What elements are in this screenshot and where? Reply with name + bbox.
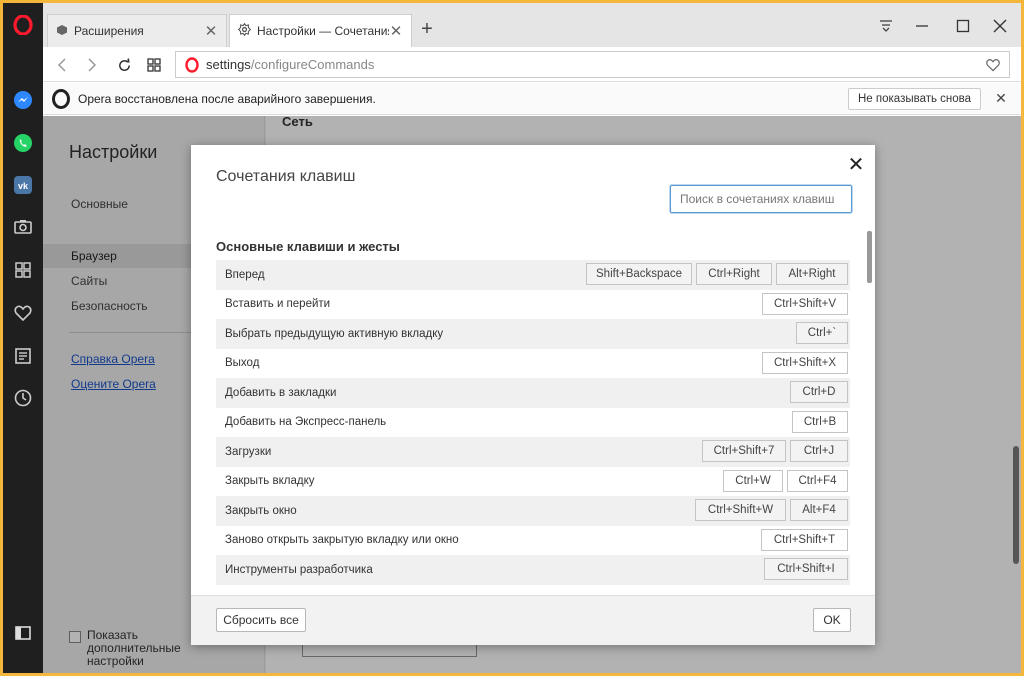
whatsapp-icon[interactable] bbox=[13, 133, 33, 153]
gear-icon bbox=[237, 22, 252, 39]
minimize-icon[interactable] bbox=[911, 15, 933, 37]
shortcut-action-label: Вставить и перейти bbox=[225, 298, 331, 311]
shortcut-keys: Ctrl+D bbox=[790, 381, 848, 403]
shortcut-keys: Shift+Backspace Ctrl+Right Alt+Right bbox=[586, 263, 848, 285]
opera-logo-icon bbox=[51, 89, 71, 112]
shortcut-action-label: Добавить в закладки bbox=[225, 386, 337, 399]
shortcut-key-field[interactable]: Ctrl+B bbox=[792, 410, 848, 433]
tab-bar: Расширения ✕ Настройки — Сочетания ✕ + bbox=[43, 3, 1021, 47]
shortcut-key-field[interactable]: Ctrl+Shift+I bbox=[764, 558, 848, 580]
shortcut-key-field[interactable]: Ctrl+Right bbox=[696, 263, 772, 285]
address-bar: settings/configureCommands bbox=[43, 47, 1021, 82]
shortcut-keys: Ctrl+Shift+7 Ctrl+J bbox=[702, 440, 848, 462]
shortcut-list: Вперед Shift+Backspace Ctrl+Right Alt+Right… bbox=[216, 260, 850, 595]
maximize-icon[interactable] bbox=[952, 15, 974, 37]
shortcut-action-label: Добавить на Экспресс-панель bbox=[225, 416, 387, 429]
dont-show-again-button[interactable]: Не показывать снова bbox=[848, 88, 982, 110]
close-window-icon[interactable] bbox=[989, 15, 1011, 37]
shortcut-row: Добавить в закладки Ctrl+D bbox=[216, 378, 850, 408]
shortcut-action-label: Выбрать предыдущую активную вкладку bbox=[225, 327, 444, 340]
url-field[interactable]: settings/configureCommands bbox=[175, 51, 1010, 78]
ok-button[interactable]: OK bbox=[813, 608, 851, 632]
speed-dial-icon[interactable] bbox=[13, 260, 33, 280]
opera-sidebar: vk bbox=[3, 3, 43, 673]
svg-text:vk: vk bbox=[18, 181, 29, 191]
opera-menu-icon[interactable] bbox=[13, 14, 33, 36]
back-icon[interactable] bbox=[51, 54, 73, 76]
tab-label: Настройки — Сочетания bbox=[257, 24, 389, 38]
bookmark-heart-icon[interactable] bbox=[985, 57, 1001, 76]
tab-menu-icon[interactable] bbox=[875, 15, 897, 37]
shortcut-row: Выбрать предыдущую активную вкладку Ctrl+… bbox=[216, 319, 850, 349]
shortcut-key-field[interactable]: Ctrl+` bbox=[796, 322, 848, 344]
camera-icon[interactable] bbox=[13, 217, 33, 237]
shortcut-keys: Ctrl+Shift+T bbox=[761, 528, 848, 551]
shortcut-row: Добавить на Экспресс-панель Ctrl+B bbox=[216, 408, 850, 438]
shortcut-keys: Ctrl+W Ctrl+F4 bbox=[723, 469, 848, 492]
shortcut-action-label: Выход bbox=[225, 357, 260, 370]
infobar-message: Opera восстановлена после аварийного зав… bbox=[78, 92, 376, 106]
shortcut-row: Загрузки Ctrl+Shift+7 Ctrl+J bbox=[216, 437, 850, 467]
shortcut-row: Выход Ctrl+Shift+X bbox=[216, 349, 850, 379]
close-tab-icon[interactable]: ✕ bbox=[389, 23, 403, 40]
news-icon[interactable] bbox=[13, 346, 33, 366]
shortcut-row: Вставить и перейти Ctrl+Shift+V bbox=[216, 290, 850, 320]
dialog-scrollbar[interactable] bbox=[867, 231, 872, 283]
dialog-close-icon[interactable]: ✕ bbox=[847, 154, 865, 176]
shortcut-keys: Ctrl+Shift+I bbox=[764, 558, 848, 580]
shortcuts-dialog: Сочетания клавиш ✕ Основные клавиши и же… bbox=[191, 145, 875, 645]
url-host: settings bbox=[206, 57, 251, 72]
bookmarks-heart-icon[interactable] bbox=[13, 303, 33, 323]
reload-icon[interactable] bbox=[113, 54, 135, 76]
sidebar-toggle-icon[interactable] bbox=[13, 623, 33, 643]
history-clock-icon[interactable] bbox=[13, 388, 33, 408]
shortcut-row: Заново открыть закрытую вкладку или окно… bbox=[216, 526, 850, 556]
shortcut-action-label: Заново открыть закрытую вкладку или окно bbox=[225, 534, 459, 547]
tab-label: Расширения bbox=[74, 24, 144, 38]
shortcut-key-field[interactable]: Ctrl+W bbox=[723, 469, 783, 492]
shortcut-action-label: Инструменты разработчика bbox=[225, 563, 373, 576]
shortcut-row: Закрыть вкладку Ctrl+W Ctrl+F4 bbox=[216, 467, 850, 497]
reset-all-button[interactable]: Сбросить все bbox=[216, 608, 306, 632]
shortcut-search-input[interactable] bbox=[670, 185, 852, 213]
shortcut-key-field[interactable]: Ctrl+D bbox=[790, 381, 848, 403]
shortcut-key-field[interactable]: Alt+Right bbox=[776, 263, 848, 285]
tab-extensions[interactable]: Расширения ✕ bbox=[47, 14, 227, 47]
infobar-close-icon[interactable]: ✕ bbox=[993, 90, 1009, 106]
url-path: /configureCommands bbox=[250, 57, 375, 72]
messenger-icon[interactable] bbox=[13, 90, 33, 110]
crash-recovery-infobar: Opera восстановлена после аварийного зав… bbox=[43, 83, 1021, 115]
shortcut-key-field[interactable]: Ctrl+F4 bbox=[787, 469, 848, 492]
tab-grid-icon[interactable] bbox=[143, 54, 165, 76]
shortcut-keys: Ctrl+Shift+W Alt+F4 bbox=[695, 499, 848, 521]
extensions-cube-icon bbox=[56, 24, 68, 39]
dialog-footer: Сбросить все OK bbox=[191, 595, 875, 645]
browser-window: vk Расширения ✕ Настройки — Сочетания ✕ … bbox=[3, 3, 1021, 673]
shortcut-keys: Ctrl+` bbox=[796, 322, 848, 344]
shortcut-key-field[interactable]: Ctrl+J bbox=[790, 440, 848, 462]
shortcut-key-field[interactable]: Ctrl+Shift+T bbox=[761, 528, 848, 551]
close-tab-icon[interactable]: ✕ bbox=[204, 23, 218, 40]
tab-settings[interactable]: Настройки — Сочетания ✕ bbox=[229, 14, 412, 47]
opera-o-icon bbox=[184, 57, 200, 76]
shortcut-keys: Ctrl+B bbox=[792, 410, 848, 433]
shortcut-key-field[interactable]: Ctrl+Shift+7 bbox=[702, 440, 786, 462]
shortcut-row: Инструменты разработчика Ctrl+Shift+I bbox=[216, 555, 850, 585]
shortcut-row: Вперед Shift+Backspace Ctrl+Right Alt+Right bbox=[216, 260, 850, 290]
shortcut-keys: Ctrl+Shift+V bbox=[762, 292, 848, 315]
shortcut-row: Закрыть окно Ctrl+Shift+W Alt+F4 bbox=[216, 496, 850, 526]
shortcut-key-field[interactable]: Ctrl+Shift+W bbox=[695, 499, 786, 521]
section-heading: Основные клавиши и жесты bbox=[216, 239, 400, 254]
vk-icon[interactable]: vk bbox=[13, 175, 33, 195]
shortcut-key-field[interactable]: Ctrl+Shift+V bbox=[762, 292, 848, 315]
shortcut-key-field[interactable]: Ctrl+Shift+X bbox=[762, 351, 848, 374]
new-tab-plus-icon[interactable]: + bbox=[417, 18, 437, 40]
shortcut-key-field[interactable]: Shift+Backspace bbox=[586, 263, 692, 285]
shortcut-key-field[interactable]: Alt+F4 bbox=[790, 499, 848, 521]
page-scrollbar[interactable] bbox=[1013, 446, 1019, 564]
forward-icon[interactable] bbox=[81, 54, 103, 76]
shortcut-keys: Ctrl+Shift+X bbox=[762, 351, 848, 374]
dialog-title: Сочетания клавиш bbox=[216, 168, 356, 185]
